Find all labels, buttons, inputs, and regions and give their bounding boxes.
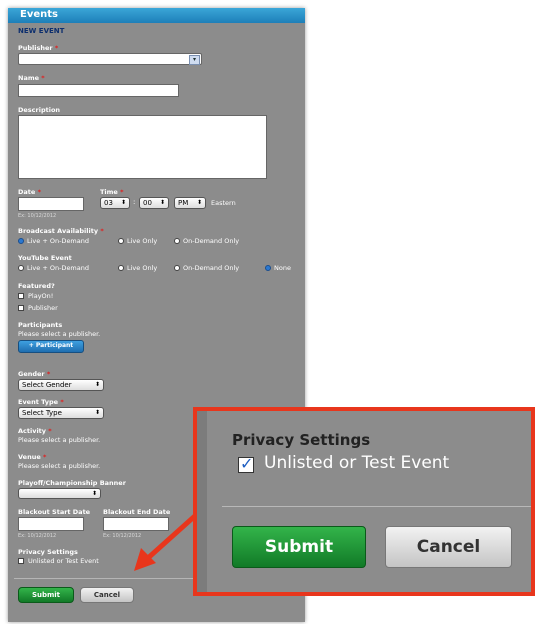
- blackout-end-hint: Ex: 10/12/2012: [103, 533, 142, 539]
- activity-label: Activity *: [18, 427, 52, 435]
- panel-titlebar: Events: [8, 8, 305, 23]
- date-input[interactable]: [18, 197, 84, 211]
- date-hint: Ex: 10/12/2012: [18, 213, 57, 219]
- date-label: Date *: [18, 188, 41, 196]
- youtube-option-label: None: [274, 264, 291, 272]
- youtube-radio-none[interactable]: [265, 265, 271, 271]
- description-label: Description: [18, 106, 61, 114]
- chevron-down-icon: ▾: [189, 55, 200, 65]
- broadcast-option-label: On-Demand Only: [183, 237, 240, 245]
- youtube-label: YouTube Event: [18, 254, 72, 262]
- panel-title: Events: [20, 9, 58, 20]
- activity-text: Please select a publisher.: [18, 436, 101, 444]
- participants-text: Please select a publisher.: [18, 330, 101, 338]
- cancel-button[interactable]: Cancel: [80, 587, 134, 603]
- blackout-start-hint: Ex: 10/12/2012: [18, 533, 57, 539]
- playoff-label: Playoff/Championship Banner: [18, 479, 126, 487]
- youtube-option-label: On-Demand Only: [183, 264, 240, 272]
- name-label: Name *: [18, 74, 45, 82]
- blackout-end-input[interactable]: [103, 517, 169, 531]
- broadcast-radio-live-only[interactable]: [118, 238, 124, 244]
- featured-label: Featured?: [18, 282, 55, 290]
- venue-label: Venue *: [18, 453, 47, 461]
- featured-playon-checkbox[interactable]: [18, 293, 24, 299]
- zoom-privacy-checkbox[interactable]: ✓: [238, 454, 254, 473]
- name-input[interactable]: [18, 84, 179, 97]
- broadcast-option-label: Live + On-Demand: [27, 237, 89, 245]
- description-textarea[interactable]: [18, 115, 267, 179]
- time-label: Time *: [100, 188, 124, 196]
- featured-publisher-checkbox[interactable]: [18, 305, 24, 311]
- venue-text: Please select a publisher.: [18, 462, 101, 470]
- hour-select[interactable]: 03 ⬍: [100, 197, 130, 209]
- zoom-callout: Privacy Settings ✓ Unlisted or Test Even…: [193, 407, 535, 596]
- minute-select[interactable]: 00 ⬍: [139, 197, 169, 209]
- zoom-privacy-label: Privacy Settings: [232, 431, 371, 449]
- broadcast-radio-ondemand-only[interactable]: [174, 238, 180, 244]
- zoom-panel: Privacy Settings ✓ Unlisted or Test Even…: [207, 411, 531, 592]
- youtube-radio-ondemand-only[interactable]: [174, 265, 180, 271]
- privacy-unlisted-checkbox[interactable]: [18, 558, 24, 564]
- gender-label: Gender *: [18, 370, 51, 378]
- broadcast-option-label: Live Only: [127, 237, 158, 245]
- ampm-select[interactable]: PM ⬍: [174, 197, 206, 209]
- blackout-start-input[interactable]: [18, 517, 84, 531]
- participants-label: Participants: [18, 321, 63, 329]
- blackout-start-label: Blackout Start Date: [18, 508, 91, 516]
- zoom-submit-button[interactable]: Submit: [232, 526, 366, 568]
- featured-option-label: PlayOn!: [28, 292, 54, 300]
- gender-select[interactable]: Select Gender ⬍: [18, 379, 104, 391]
- checkmark-icon: ✓: [240, 454, 254, 473]
- timezone-text: Eastern: [211, 199, 236, 207]
- youtube-option-label: Live + On-Demand: [27, 264, 89, 272]
- blackout-end-label: Blackout End Date: [103, 508, 171, 516]
- submit-button[interactable]: Submit: [18, 587, 74, 603]
- zoom-privacy-option-label: Unlisted or Test Event: [264, 453, 450, 473]
- youtube-option-label: Live Only: [127, 264, 158, 272]
- privacy-option-label: Unlisted or Test Event: [28, 557, 99, 565]
- zoom-divider: [222, 506, 531, 507]
- youtube-radio-live-only[interactable]: [118, 265, 124, 271]
- new-event-heading: NEW EVENT: [18, 27, 65, 35]
- youtube-radio-live-ondemand[interactable]: [18, 265, 24, 271]
- privacy-label: Privacy Settings: [18, 548, 78, 556]
- featured-option-label: Publisher: [28, 304, 58, 312]
- broadcast-radio-live-ondemand[interactable]: [18, 238, 24, 244]
- event-type-label: Event Type *: [18, 398, 64, 406]
- event-type-select[interactable]: Select Type ⬍: [18, 407, 104, 419]
- add-participant-button[interactable]: + Participant: [18, 340, 84, 353]
- playoff-select[interactable]: ⬍: [18, 488, 101, 499]
- publisher-select[interactable]: ▾: [18, 53, 202, 65]
- publisher-label: Publisher *: [18, 44, 59, 52]
- zoom-cancel-button[interactable]: Cancel: [385, 526, 512, 568]
- broadcast-label: Broadcast Availability *: [18, 227, 104, 235]
